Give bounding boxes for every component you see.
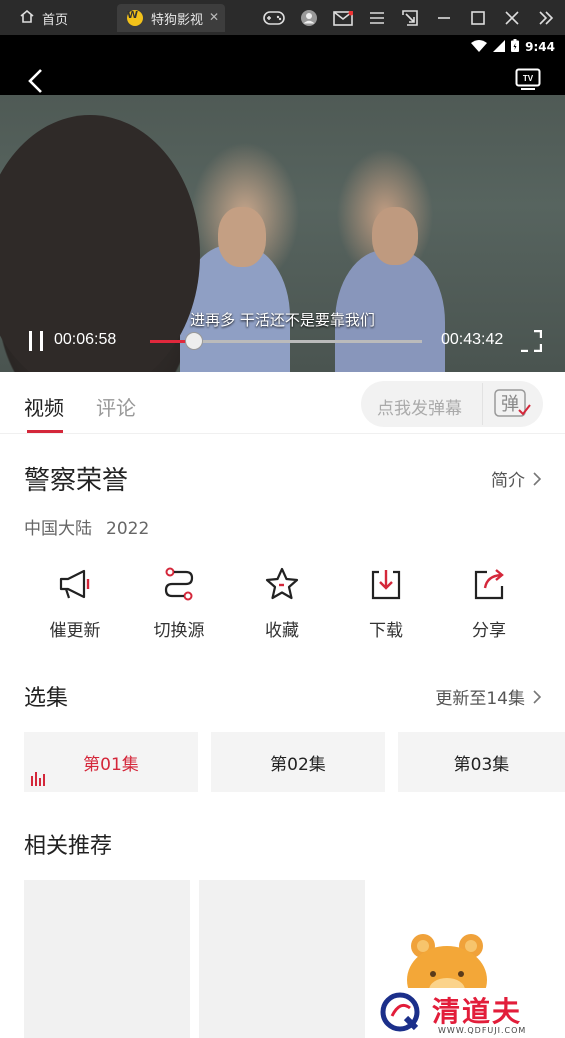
episode-label: 第01集 <box>83 754 139 775</box>
star-icon <box>265 567 299 600</box>
clock: 9:44 <box>525 40 555 54</box>
system-status: 9:44 <box>471 39 555 55</box>
intro-link-label: 简介 <box>491 471 525 491</box>
app-tab[interactable]: W 特狗影视 ✕ <box>117 4 225 32</box>
show-year: 2022 <box>106 519 150 539</box>
intro-link[interactable]: 简介 <box>491 466 541 491</box>
pause-button[interactable] <box>28 331 44 351</box>
emulator-title-bar: 首页 W 特狗影视 ✕ <box>0 0 565 35</box>
app-logo-icon: W <box>127 10 143 26</box>
home-tab[interactable]: 首页 <box>10 4 110 32</box>
fullscreen-button[interactable] <box>520 329 543 353</box>
episode-item[interactable]: 第02集 <box>211 732 385 792</box>
svg-text:TV: TV <box>523 74 534 83</box>
mail-icon[interactable] <box>331 6 355 30</box>
recommendations-title: 相关推荐 <box>24 834 113 859</box>
watermark-logo-icon <box>380 992 420 1032</box>
gamepad-icon[interactable] <box>262 6 286 30</box>
minimize-icon[interactable] <box>432 6 456 30</box>
player-top-bar: 9:44 TV <box>0 35 565 95</box>
close-tab-icon[interactable]: ✕ <box>209 10 219 24</box>
wifi-icon <box>471 39 488 55</box>
video-player[interactable]: 进再多 干活还不是要靠我们 00:06:58 00:43:42 <box>0 95 565 372</box>
action-label: 催更新 <box>49 621 101 641</box>
pause-icon <box>29 331 43 351</box>
episodes-title: 选集 <box>24 686 69 711</box>
video-frame-face <box>372 207 418 265</box>
chevron-left-icon <box>28 69 42 93</box>
show-region: 中国大陆 <box>24 519 92 539</box>
app-tab-label: 特狗影视 <box>151 12 204 28</box>
chevron-right-icon <box>533 471 541 486</box>
download-button[interactable]: 下载 <box>334 566 438 641</box>
video-frame-face <box>218 207 266 267</box>
episode-item[interactable]: 第03集 <box>398 732 565 792</box>
episode-label: 第03集 <box>453 754 510 775</box>
chevron-right-icon <box>533 689 541 704</box>
watermark: 清道夫 WWW.QDFUJI.COM <box>366 988 565 1038</box>
episode-item[interactable]: 第01集 <box>24 732 198 792</box>
tab-video[interactable]: 视频 <box>24 392 64 421</box>
episode-label: 第02集 <box>270 754 326 775</box>
screenshot-icon[interactable] <box>398 6 422 30</box>
total-time: 00:43:42 <box>441 331 504 348</box>
danmaku-button-label: 弹 <box>501 394 519 415</box>
progress-handle[interactable] <box>184 332 203 350</box>
episodes-update-status: 更新至14集 <box>435 689 525 709</box>
house-icon <box>20 9 34 27</box>
current-time: 00:06:58 <box>54 331 117 348</box>
favorite-button[interactable]: 收藏 <box>230 566 334 641</box>
show-meta: 中国大陆 2022 <box>24 514 149 539</box>
danmaku-toggle-button[interactable]: 弹 <box>482 383 540 425</box>
action-bar: 催更新 切换源 收藏 下载 分享 <box>0 566 565 646</box>
megaphone-icon <box>59 569 90 599</box>
tab-comments[interactable]: 评论 <box>96 392 136 421</box>
watermark-url: WWW.QDFUJI.COM <box>438 1026 527 1035</box>
tv-cast-button[interactable]: TV <box>515 68 541 92</box>
now-playing-icon <box>31 772 45 786</box>
menu-icon[interactable] <box>365 6 389 30</box>
danmaku-placeholder: 点我发弹幕 <box>377 399 462 419</box>
fullscreen-icon <box>521 329 543 353</box>
download-icon <box>371 570 401 600</box>
request-update-button[interactable]: 催更新 <box>23 566 127 641</box>
switch-source-button[interactable]: 切换源 <box>127 566 231 641</box>
back-button[interactable] <box>24 67 48 95</box>
battery-icon <box>511 39 520 55</box>
maximize-icon[interactable] <box>466 6 490 30</box>
recommendation-card[interactable] <box>24 880 190 1038</box>
recommendation-card[interactable] <box>199 880 365 1038</box>
show-title: 警察荣誉 <box>24 466 129 496</box>
active-tab-indicator <box>27 430 63 433</box>
danmaku-input[interactable]: 点我发弹幕 弹 <box>361 381 543 427</box>
home-tab-label: 首页 <box>42 12 69 28</box>
action-label: 下载 <box>369 621 403 641</box>
switch-source-icon <box>164 567 194 601</box>
action-label: 收藏 <box>265 621 299 641</box>
share-button[interactable]: 分享 <box>437 566 541 641</box>
signal-icon <box>493 39 506 55</box>
close-window-icon[interactable] <box>500 6 524 30</box>
danmaku-icon: 弹 <box>493 389 531 417</box>
expand-sidebar-icon[interactable] <box>534 6 558 30</box>
action-label: 分享 <box>472 621 506 641</box>
progress-bar[interactable] <box>150 332 422 350</box>
user-avatar-icon[interactable] <box>297 6 321 30</box>
episodes-more-link[interactable]: 更新至14集 <box>435 684 541 709</box>
tv-icon: TV <box>515 68 541 90</box>
watermark-text: 清道夫 <box>432 995 523 1028</box>
action-label: 切换源 <box>153 621 205 641</box>
video-subtitle: 进再多 干活还不是要靠我们 <box>190 311 375 329</box>
share-icon <box>474 569 504 600</box>
